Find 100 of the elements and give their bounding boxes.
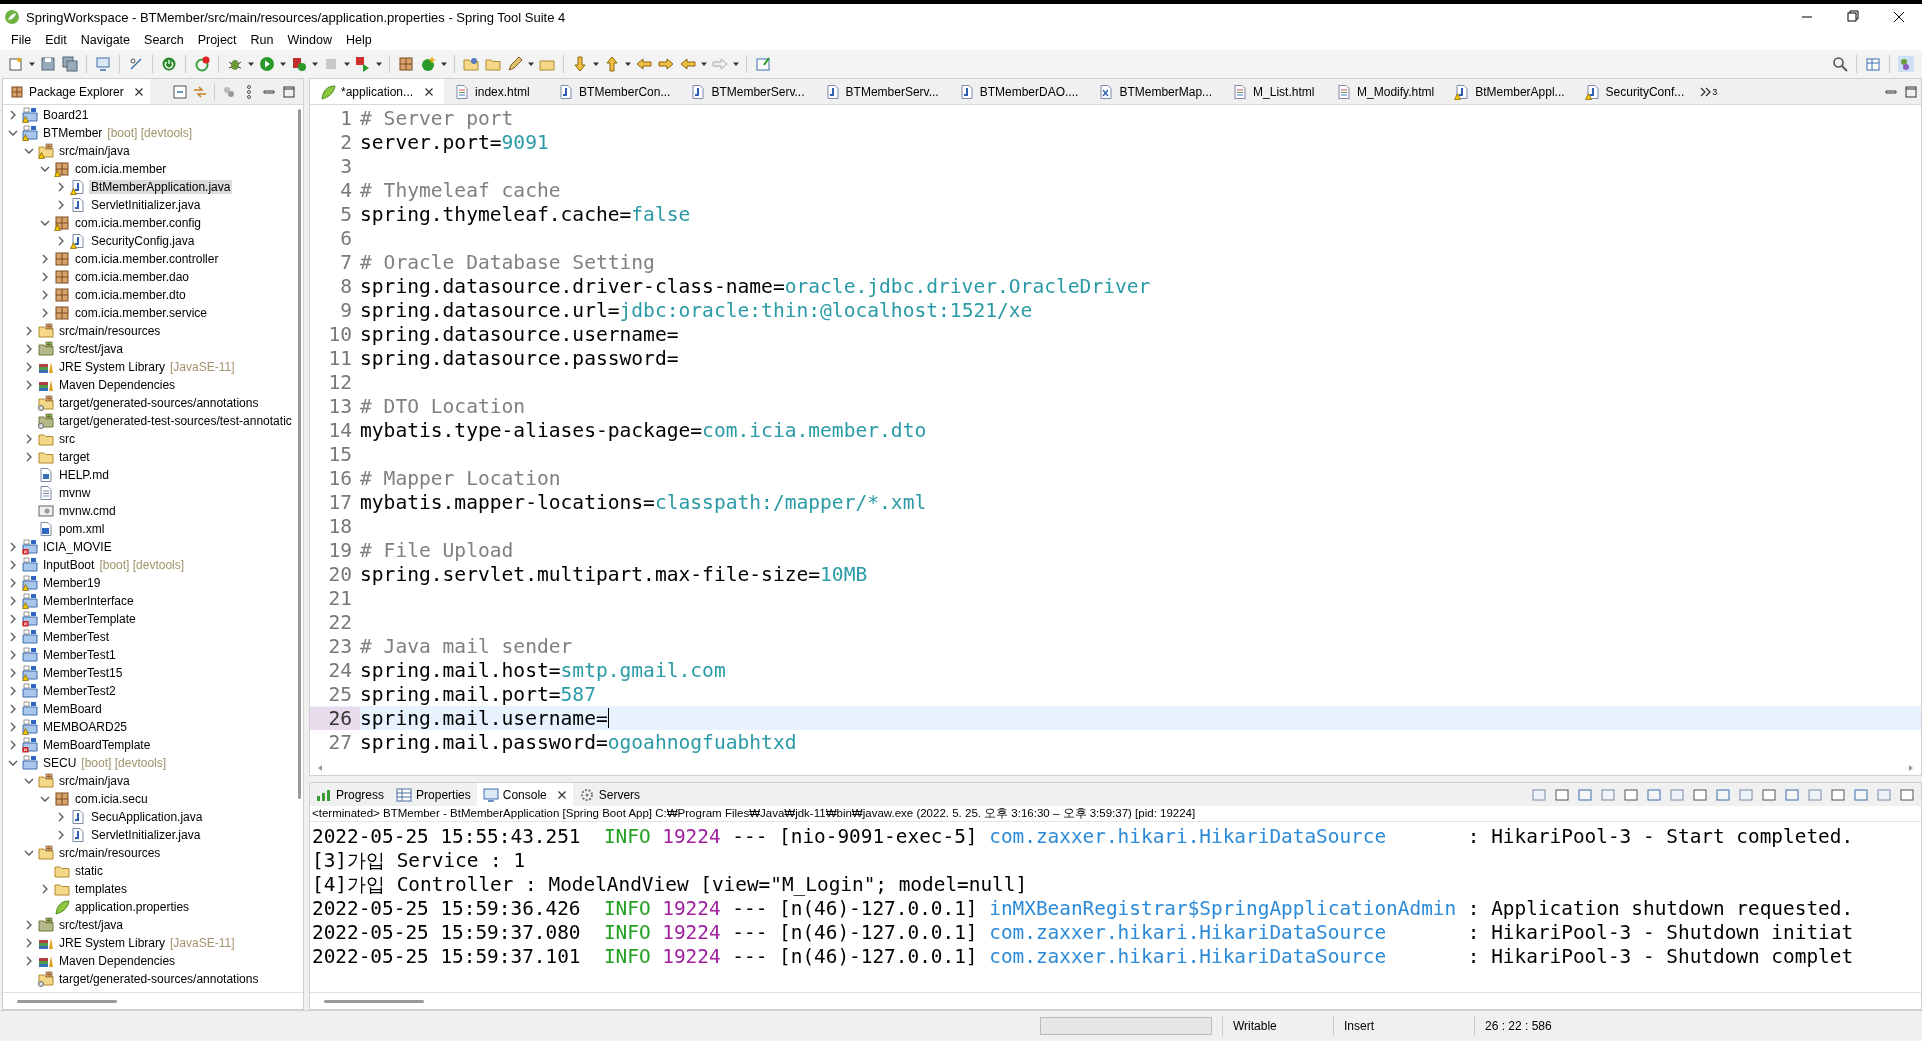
tree-item[interactable]: MemberTest1 xyxy=(3,646,303,664)
scrollbar-thumb[interactable] xyxy=(324,999,424,1003)
caret-icon[interactable] xyxy=(247,60,255,68)
tree-item[interactable]: src/main/java xyxy=(3,772,303,790)
menu-item[interactable]: File xyxy=(4,31,39,49)
caret-icon[interactable] xyxy=(375,60,383,68)
more-tabs-button[interactable]: 3 xyxy=(1700,86,1718,97)
tree-item[interactable]: src/main/resources xyxy=(3,322,303,340)
caret-icon[interactable] xyxy=(527,60,535,68)
caret-icon[interactable] xyxy=(624,60,632,68)
tree-item[interactable]: MemberTest2 xyxy=(3,682,303,700)
caret-icon[interactable] xyxy=(311,60,319,68)
tree-item[interactable]: ICIA_MOVIE xyxy=(3,538,303,556)
monitor-icon[interactable] xyxy=(93,54,113,74)
close-icon[interactable] xyxy=(424,86,435,97)
tree-item[interactable]: MemberTemplate xyxy=(3,610,303,628)
view-tab[interactable]: Servers xyxy=(572,783,647,806)
tree-item[interactable]: MemberTest xyxy=(3,628,303,646)
tree-item[interactable]: src/main/resources xyxy=(3,844,303,862)
view-tab[interactable]: Package Explorer xyxy=(3,79,150,104)
tree-item[interactable]: com.icia.member.service xyxy=(3,304,303,322)
caret-icon[interactable] xyxy=(440,60,448,68)
play-icon[interactable] xyxy=(257,54,277,74)
caret-icon[interactable] xyxy=(343,60,351,68)
tree-item[interactable]: target/generated-sources/annotations xyxy=(3,394,303,412)
tree-item[interactable]: com.icia.member xyxy=(3,160,303,178)
tree-item[interactable]: MemberTest15 xyxy=(3,664,303,682)
tree-item[interactable]: JRE System Library [JavaSE-11] xyxy=(3,358,303,376)
tree-item[interactable]: SecurityConfig.java xyxy=(3,232,303,250)
tree-item[interactable]: application.properties xyxy=(3,898,303,916)
tree-item[interactable]: src/test/java xyxy=(3,340,303,358)
tree-item[interactable]: JRE System Library [JavaSE-11] xyxy=(3,934,303,952)
tree-item[interactable]: HELP.md xyxy=(3,466,303,484)
tree-item[interactable]: target xyxy=(3,448,303,466)
tree-item[interactable]: templates xyxy=(3,880,303,898)
tree-item[interactable]: mvnw xyxy=(3,484,303,502)
tree-item[interactable]: target/generated-sources/annotations xyxy=(3,970,303,988)
tree-item[interactable]: pom.xml xyxy=(3,520,303,538)
editor-tab[interactable]: BTMemberMap... xyxy=(1088,79,1223,104)
editor-tab[interactable]: *application... xyxy=(310,79,445,104)
tree-item[interactable]: Maven Dependencies xyxy=(3,376,303,394)
caret-icon[interactable] xyxy=(732,60,740,68)
menu-item[interactable]: Search xyxy=(137,31,191,49)
tree-item[interactable]: src/test/java xyxy=(3,916,303,934)
save-all-icon[interactable] xyxy=(60,54,80,74)
search-icon[interactable] xyxy=(1830,54,1850,74)
editor-tab[interactable]: M_List.html xyxy=(1222,79,1327,104)
editor-tab[interactable]: index.html xyxy=(444,79,549,104)
tree-item[interactable]: static xyxy=(3,862,303,880)
editor-tab[interactable]: BTMemberServ... xyxy=(814,79,949,104)
tree-item[interactable]: BTMember [boot] [devtools] xyxy=(3,124,303,142)
menu-item[interactable]: Run xyxy=(243,31,281,49)
menu-item[interactable]: Help xyxy=(338,31,379,49)
scrollbar-thumb[interactable] xyxy=(298,109,301,799)
editor-tab[interactable]: BTMemberCon... xyxy=(548,79,681,104)
view-tab[interactable]: Properties xyxy=(390,783,477,806)
caret-icon[interactable] xyxy=(592,60,600,68)
tree-item[interactable]: MEMBOARD25 xyxy=(3,718,303,736)
scroll-left-icon[interactable] xyxy=(316,764,324,772)
tree-item[interactable]: Member19 xyxy=(3,574,303,592)
tree-item[interactable]: BtMemberApplication.java xyxy=(3,178,303,196)
menu-item[interactable]: Edit xyxy=(38,31,74,49)
tree-item[interactable]: ServletInitializer.java xyxy=(3,826,303,844)
menu-item[interactable]: Project xyxy=(190,31,244,49)
tree-item[interactable]: src/main/java xyxy=(3,142,303,160)
editor-tab[interactable]: BTMemberServ... xyxy=(680,79,815,104)
editor-tab[interactable]: M_Modify.html xyxy=(1326,79,1445,104)
tree-item[interactable]: com.icia.secu xyxy=(3,790,303,808)
tree-item[interactable]: com.icia.member.dto xyxy=(3,286,303,304)
caret-icon[interactable] xyxy=(279,60,287,68)
close-icon[interactable] xyxy=(556,789,567,800)
tree-item[interactable]: target/generated-test-sources/test-annotatic xyxy=(3,412,303,430)
caret-icon[interactable] xyxy=(700,60,708,68)
scroll-right-icon[interactable] xyxy=(1907,764,1915,772)
tree-item[interactable]: src xyxy=(3,430,303,448)
menu-item[interactable]: Navigate xyxy=(73,31,138,49)
tree-item[interactable]: Maven Dependencies xyxy=(3,952,303,970)
tree-item[interactable]: SecuApplication.java xyxy=(3,808,303,826)
view-tab[interactable]: Console xyxy=(476,783,573,806)
tree-item[interactable]: InputBoot [boot] [devtools] xyxy=(3,556,303,574)
caret-icon[interactable] xyxy=(28,60,36,68)
tree-item[interactable]: MemBoard xyxy=(3,700,303,718)
editor-tab[interactable]: BTMemberDAO.... xyxy=(948,79,1089,104)
tree-item[interactable]: mvnw.cmd xyxy=(3,502,303,520)
close-icon[interactable] xyxy=(133,86,144,97)
tree-item[interactable]: ServletInitializer.java xyxy=(3,196,303,214)
perspective-icon[interactable] xyxy=(1896,54,1916,74)
tree-item[interactable]: Board21 xyxy=(3,106,303,124)
tree-item[interactable]: MemBoardTemplate xyxy=(3,736,303,754)
editor-tab[interactable]: BtMemberAppl... xyxy=(1444,79,1575,104)
tree-item[interactable]: SECU [boot] [devtools] xyxy=(3,754,303,772)
tree-item[interactable]: com.icia.member.config xyxy=(3,214,303,232)
scrollbar-thumb[interactable] xyxy=(17,999,117,1003)
pen-icon[interactable] xyxy=(505,54,525,74)
tree-item[interactable]: com.icia.member.dao xyxy=(3,268,303,286)
save-icon[interactable] xyxy=(38,54,58,74)
tree-item[interactable]: MemberInterface xyxy=(3,592,303,610)
editor-tab[interactable]: SecurityConf... xyxy=(1574,79,1695,104)
view-tab[interactable]: Progress xyxy=(310,783,391,806)
menu-item[interactable]: Window xyxy=(280,31,339,49)
